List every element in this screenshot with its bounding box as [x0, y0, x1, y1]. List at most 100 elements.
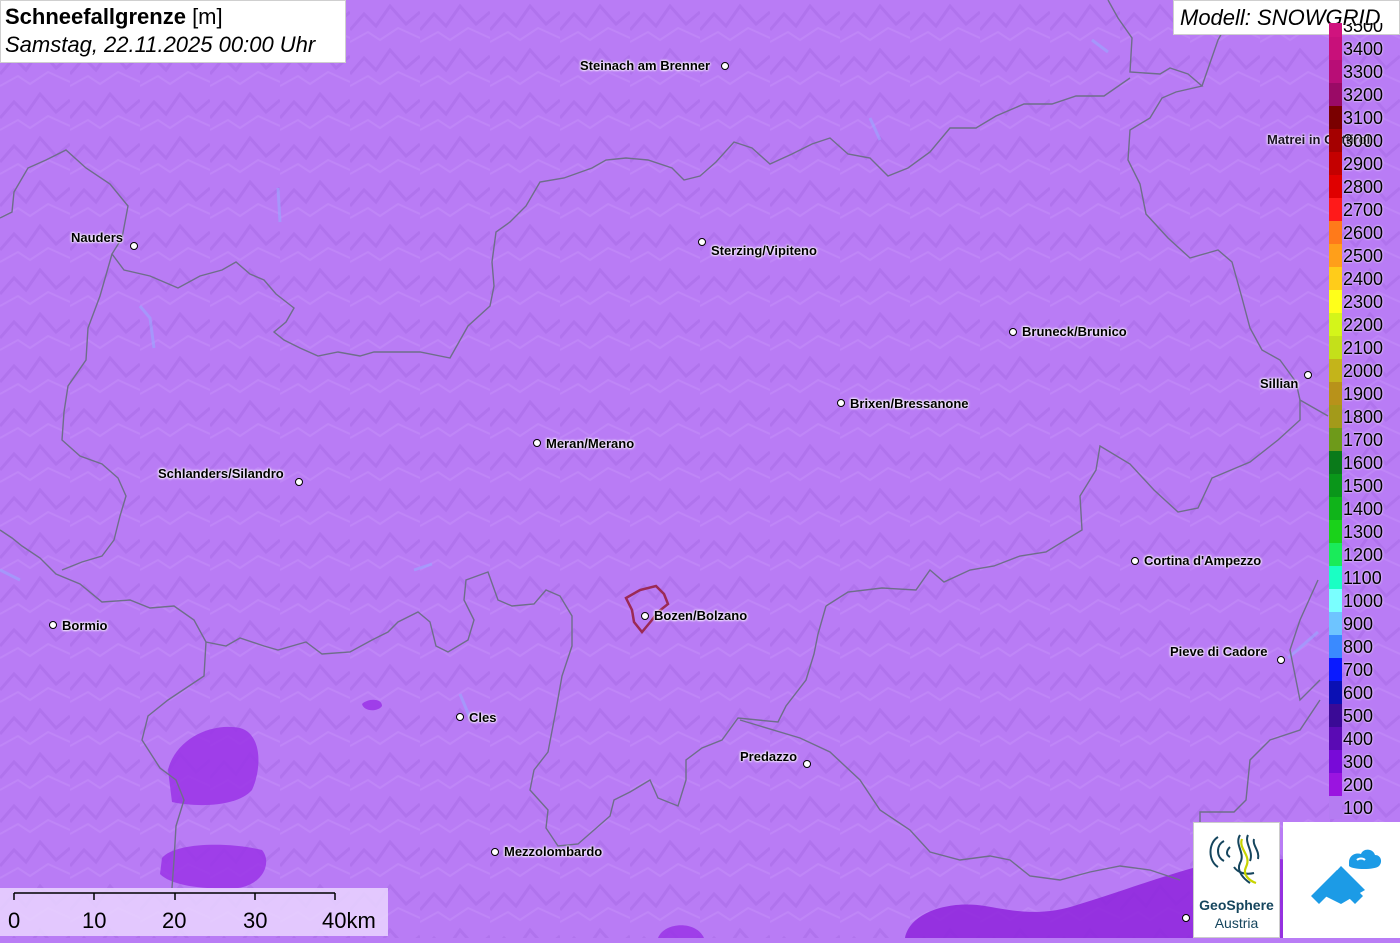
legend-label-1000: 1000: [1343, 591, 1384, 611]
city-label-sterzing[interactable]: Sterzing/Vipiteno: [711, 244, 817, 258]
legend-row-1100: 1100: [1329, 566, 1400, 589]
legend-label-2100: 2100: [1343, 338, 1384, 358]
city-label-brixen[interactable]: Brixen/Bressanone: [850, 397, 969, 411]
map-datetime: Samstag, 22.11.2025 00:00 Uhr: [5, 32, 316, 57]
city-dot-cles[interactable]: [456, 713, 464, 721]
mountain-cloud-icon: [1311, 849, 1382, 904]
geosphere-emblem-icon: [1209, 834, 1260, 885]
legend-swatch-1500: [1329, 474, 1342, 497]
city-label-schlanders[interactable]: Schlanders/Silandro: [158, 467, 284, 481]
legend-swatch-2500: [1329, 244, 1342, 267]
city-dot-steinach[interactable]: [721, 62, 729, 70]
city-dot-unlabeled[interactable]: [1182, 914, 1190, 922]
legend-row-2300: 2300: [1329, 290, 1400, 313]
city-dot-bormio[interactable]: [49, 621, 57, 629]
legend-swatch-2000: [1329, 359, 1342, 382]
map-title-parameter: Schneefallgrenze: [5, 4, 186, 29]
legend-swatch-400: [1329, 727, 1342, 750]
city-label-nauders[interactable]: Nauders: [71, 231, 123, 245]
legend-row-2500: 2500: [1329, 244, 1400, 267]
legend-swatch-3000: [1329, 129, 1342, 152]
legend-row-3300: 3300: [1329, 60, 1400, 83]
legend-label-1800: 1800: [1343, 407, 1384, 427]
city-dot-schlanders[interactable]: [295, 478, 303, 486]
geosphere-logo-line1: GeoSphere: [1199, 897, 1274, 913]
city-label-meran[interactable]: Meran/Merano: [546, 437, 634, 451]
map-title: Schneefallgrenze [m]: [5, 3, 341, 31]
city-label-cortina[interactable]: Cortina d'Ampezzo: [1144, 554, 1261, 568]
legend-label-3000: 3000: [1343, 131, 1384, 151]
city-dot-bruneck[interactable]: [1009, 328, 1017, 336]
legend-swatch-100: [1329, 796, 1342, 819]
legend-label-200: 200: [1343, 775, 1374, 795]
legend-row-2900: 2900: [1329, 152, 1400, 175]
legend-label-500: 500: [1343, 706, 1374, 726]
scale-label-0: 0: [8, 908, 21, 933]
legend-swatch-2600: [1329, 221, 1342, 244]
legend-label-2900: 2900: [1343, 154, 1384, 174]
legend-swatch-600: [1329, 681, 1342, 704]
legend-label-3100: 3100: [1343, 108, 1384, 128]
legend-swatch-1100: [1329, 566, 1342, 589]
scale-label-30: 30: [243, 908, 268, 933]
legend-label-1500: 1500: [1343, 476, 1384, 496]
legend-row-500: 500: [1329, 704, 1400, 727]
city-dot-mezzolombardo[interactable]: [491, 848, 499, 856]
city-dot-pieve[interactable]: [1277, 656, 1285, 664]
geosphere-logo-line2: Austria: [1214, 915, 1259, 931]
city-label-cles[interactable]: Cles: [469, 711, 496, 725]
legend-row-1800: 1800: [1329, 405, 1400, 428]
city-label-predazzo[interactable]: Predazzo: [740, 750, 797, 764]
city-label-steinach[interactable]: Steinach am Brenner: [580, 59, 710, 73]
city-dot-cortina[interactable]: [1131, 557, 1139, 565]
legend-row-1000: 1000: [1329, 589, 1400, 612]
app-logo[interactable]: [1283, 822, 1400, 938]
map-title-box: Schneefallgrenze [m] Samstag, 22.11.2025…: [0, 0, 346, 63]
legend-label-2000: 2000: [1343, 361, 1384, 381]
legend-row-3000: 3000: [1329, 129, 1400, 152]
scale-label-40km: 40km: [322, 908, 376, 933]
scale-label-20: 20: [162, 908, 187, 933]
geosphere-logo[interactable]: GeoSphere Austria: [1193, 822, 1280, 938]
legend-label-2300: 2300: [1343, 292, 1384, 312]
legend-swatch-2100: [1329, 336, 1342, 359]
legend-swatch-partial: [1329, 23, 1342, 37]
city-label-bruneck[interactable]: Bruneck/Brunico: [1022, 325, 1127, 339]
scale-label-10: 10: [82, 908, 107, 933]
legend-swatch-2400: [1329, 267, 1342, 290]
legend-row-100: 100: [1329, 796, 1400, 819]
legend-label-700: 700: [1343, 660, 1374, 680]
legend-swatch-1800: [1329, 405, 1342, 428]
legend-row-1600: 1600: [1329, 451, 1400, 474]
city-dot-bozen[interactable]: [641, 612, 649, 620]
legend-label-2400: 2400: [1343, 269, 1384, 289]
city-dot-sterzing[interactable]: [698, 238, 706, 246]
legend-swatch-2700: [1329, 198, 1342, 221]
legend-label-1600: 1600: [1343, 453, 1384, 473]
city-dot-brixen[interactable]: [837, 399, 845, 407]
legend-swatch-200: [1329, 773, 1342, 796]
legend-swatch-900: [1329, 612, 1342, 635]
legend-label-1700: 1700: [1343, 430, 1384, 450]
legend-label-100: 100: [1343, 798, 1374, 818]
city-dot-sillian[interactable]: [1304, 371, 1312, 379]
legend-row-2200: 2200: [1329, 313, 1400, 336]
legend-swatch-500: [1329, 704, 1342, 727]
city-label-pieve[interactable]: Pieve di Cadore: [1170, 645, 1268, 659]
legend-row-800: 800: [1329, 635, 1400, 658]
city-label-bozen[interactable]: Bozen/Bolzano: [654, 609, 747, 623]
legend-swatch-3300: [1329, 60, 1342, 83]
legend-label-1900: 1900: [1343, 384, 1384, 404]
legend-swatch-1000: [1329, 589, 1342, 612]
legend-row-1300: 1300: [1329, 520, 1400, 543]
legend-swatch-700: [1329, 658, 1342, 681]
city-label-mezzolombardo[interactable]: Mezzolombardo: [504, 845, 602, 859]
city-label-bormio[interactable]: Bormio: [62, 619, 108, 633]
city-dot-nauders[interactable]: [130, 242, 138, 250]
city-dot-predazzo[interactable]: [803, 760, 811, 768]
city-dot-meran[interactable]: [533, 439, 541, 447]
legend-row-200: 200: [1329, 773, 1400, 796]
legend-row-1500: 1500: [1329, 474, 1400, 497]
legend-label-partial: 3500: [1343, 23, 1384, 36]
city-label-sillian[interactable]: Sillian: [1260, 377, 1298, 391]
